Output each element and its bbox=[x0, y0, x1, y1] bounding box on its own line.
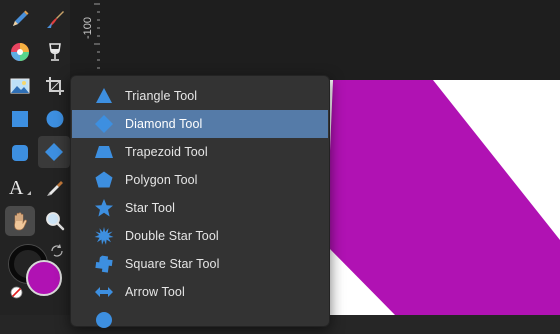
eyedropper-icon bbox=[47, 181, 63, 196]
magnifier-icon bbox=[46, 212, 65, 231]
rounded-rectangle-tool-button[interactable] bbox=[5, 138, 35, 168]
diamond-icon bbox=[94, 114, 114, 134]
square-star-icon bbox=[94, 254, 114, 274]
place-image-tool-button[interactable] bbox=[5, 71, 35, 101]
pencil-tool-button[interactable] bbox=[5, 4, 35, 34]
text-icon: A bbox=[9, 177, 31, 199]
transparency-tool-button[interactable] bbox=[40, 37, 70, 67]
eyedropper-tool-button[interactable] bbox=[40, 172, 70, 202]
fill-color-well[interactable] bbox=[26, 260, 62, 296]
menu-item-arrow-tool[interactable]: Arrow Tool bbox=[72, 278, 328, 306]
menu-item-label: Star Tool bbox=[125, 201, 176, 215]
ellipse-icon bbox=[46, 110, 64, 128]
trapezoid-icon bbox=[94, 142, 114, 162]
menu-item-trapezoid-tool[interactable]: Trapezoid Tool bbox=[72, 138, 328, 166]
shape-tools-flyout: Triangle Tool Diamond Tool Trapezoid Tool P… bbox=[70, 75, 330, 328]
ruler-ticks bbox=[94, 3, 100, 77]
crop-tool-button[interactable] bbox=[40, 71, 70, 101]
svg-text:A: A bbox=[9, 177, 24, 199]
swap-colors-icon[interactable] bbox=[49, 243, 65, 264]
menu-item-label: Double Star Tool bbox=[125, 229, 219, 243]
hand-icon bbox=[14, 212, 27, 231]
color-wheel-icon bbox=[11, 43, 29, 61]
ellipse-tool-button[interactable] bbox=[40, 104, 70, 134]
wine-glass-icon bbox=[49, 43, 61, 61]
zoom-tool-button[interactable] bbox=[40, 206, 70, 236]
menu-item-label: Triangle Tool bbox=[125, 89, 198, 103]
artistic-text-tool-button[interactable]: A bbox=[5, 172, 35, 202]
menu-item-label: Trapezoid Tool bbox=[125, 145, 208, 159]
triangle-icon bbox=[94, 86, 114, 106]
crop-icon bbox=[46, 77, 64, 95]
view-tool-button[interactable] bbox=[5, 206, 35, 236]
menu-item-label: Diamond Tool bbox=[125, 117, 203, 131]
tools-panel: A bbox=[0, 0, 71, 315]
menu-item-double-star-tool[interactable]: Double Star Tool bbox=[72, 222, 328, 250]
menu-item-star-tool[interactable]: Star Tool bbox=[72, 194, 328, 222]
diamond-tool-button[interactable] bbox=[38, 136, 70, 168]
image-icon bbox=[10, 78, 30, 94]
color-picker-tool-button[interactable] bbox=[5, 37, 35, 67]
star-icon bbox=[94, 198, 114, 218]
pentagon-icon bbox=[94, 170, 114, 190]
ruler-label: -100 bbox=[82, 16, 95, 40]
menu-item-label: Polygon Tool bbox=[125, 173, 198, 187]
pencil-icon bbox=[13, 10, 29, 26]
rectangle-tool-button[interactable] bbox=[5, 104, 35, 134]
menu-item-label: Square Star Tool bbox=[125, 257, 220, 271]
menu-item-triangle-tool[interactable]: Triangle Tool bbox=[72, 82, 328, 110]
menu-item-partial[interactable] bbox=[72, 306, 328, 334]
arrow-icon bbox=[94, 282, 114, 302]
menu-item-polygon-tool[interactable]: Polygon Tool bbox=[72, 166, 328, 194]
diamond-icon bbox=[45, 143, 63, 161]
rounded-rectangle-icon bbox=[12, 145, 28, 161]
no-fill-icon[interactable] bbox=[10, 286, 23, 304]
menu-item-diamond-tool[interactable]: Diamond Tool bbox=[72, 110, 328, 138]
paint-brush-tool-button[interactable] bbox=[40, 4, 70, 34]
paint-brush-icon bbox=[47, 11, 64, 28]
callout-icon bbox=[94, 310, 114, 330]
menu-item-square-star-tool[interactable]: Square Star Tool bbox=[72, 250, 328, 278]
canvas-pasteboard bbox=[100, 0, 560, 80]
double-star-icon bbox=[94, 226, 114, 246]
rectangle-icon bbox=[12, 111, 28, 127]
menu-item-label: Arrow Tool bbox=[125, 285, 185, 299]
